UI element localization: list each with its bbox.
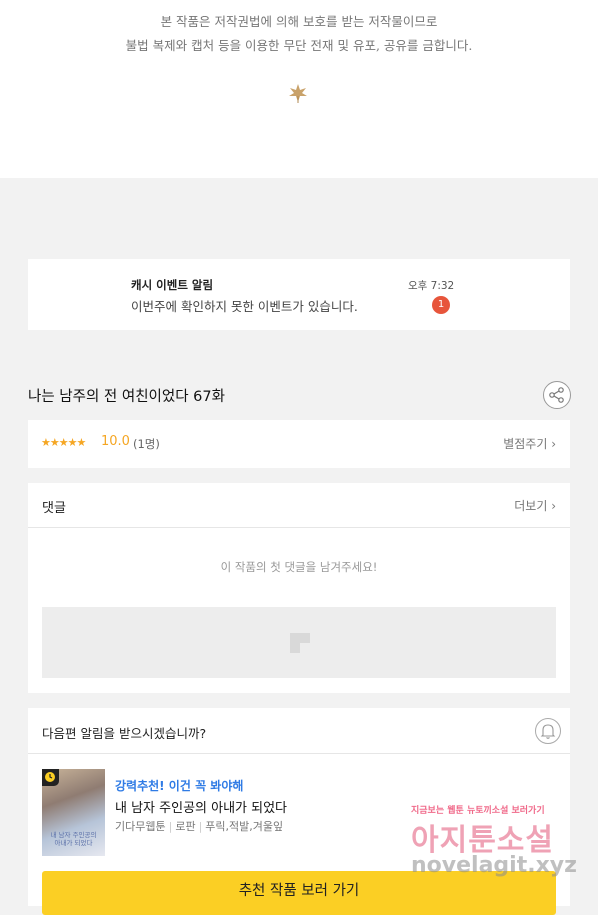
copyright-line-1: 본 작품은 저작권법에 의해 보호를 받는 저작물이므로 xyxy=(160,14,438,29)
thumbnail-title: 내 남자 주인공의 아내가 되었다 xyxy=(50,831,97,847)
bell-icon xyxy=(540,724,556,739)
next-episode-card: 다음편 알림을 받으시겠습니까? 내 남자 주인공의 아내가 되었다 강력추천!… xyxy=(28,708,570,915)
rating-stars: ★★★★★ xyxy=(41,436,86,449)
episode-title: 나는 남주의 전 여친이었다 67화 xyxy=(28,389,225,405)
comments-title: 댓글 xyxy=(42,501,66,516)
rating-score: 10.0 xyxy=(101,434,130,449)
notification-title: 캐시 이벤트 알림 xyxy=(131,278,214,292)
recommended-thumbnail[interactable]: 내 남자 주인공의 아내가 되었다 xyxy=(42,769,105,856)
comment-input-area[interactable] xyxy=(42,607,556,678)
notification-message: 이번주에 확인하지 못한 이벤트가 있습니다. xyxy=(131,299,358,314)
recommend-label: 강력추천! 이건 꼭 봐야해 xyxy=(115,779,244,793)
rating-card: ★★★★★ 10.0 (1명) 별점주기 › xyxy=(28,420,570,468)
notification-count-badge: 1 xyxy=(432,296,450,314)
next-alert-header: 다음편 알림을 받으시겠습니까? xyxy=(28,708,570,754)
recommend-meta: 기다무웹툰 | 로판 | 푸릭,적발,겨울잎 xyxy=(115,820,284,833)
clock-badge-icon xyxy=(42,769,59,786)
copyright-line-2: 불법 복제와 캡처 등을 이용한 무단 전재 및 유포, 공유를 금합니다. xyxy=(125,38,473,53)
recommend-cta-button[interactable]: 추천 작품 보러 가기 xyxy=(42,871,556,915)
notification-card[interactable]: 캐시 이벤트 알림 이번주에 확인하지 못한 이벤트가 있습니다. 오후 7:3… xyxy=(28,259,570,330)
share-button[interactable] xyxy=(543,381,571,409)
notification-time: 오후 7:32 xyxy=(408,280,455,292)
comments-card: 댓글 더보기 › 이 작품의 첫 댓글을 남겨주세요! xyxy=(28,483,570,693)
next-alert-prompt: 다음편 알림을 받으시겠습니까? xyxy=(42,726,207,741)
recommend-title[interactable]: 내 남자 주인공의 아내가 되었다 xyxy=(115,797,287,816)
meta-service: 기다무웹툰 xyxy=(115,820,166,833)
meta-genre: 로판 xyxy=(175,820,196,833)
alert-toggle-button[interactable] xyxy=(535,718,561,744)
comments-more-link[interactable]: 더보기 › xyxy=(514,497,556,514)
comments-empty-text: 이 작품의 첫 댓글을 남겨주세요! xyxy=(220,560,378,574)
rate-button[interactable]: 별점주기 › xyxy=(503,435,556,452)
leaf-ornament-icon xyxy=(289,84,307,103)
copyright-section: 본 작품은 저작권법에 의해 보호를 받는 저작물이므로 불법 복제와 캡처 등… xyxy=(0,0,598,178)
comments-header: 댓글 더보기 › xyxy=(28,483,570,528)
rating-count: (1명) xyxy=(133,437,160,451)
image-placeholder-icon xyxy=(290,633,310,653)
meta-authors: 푸릭,적발,겨울잎 xyxy=(205,820,284,833)
share-icon xyxy=(549,387,564,403)
